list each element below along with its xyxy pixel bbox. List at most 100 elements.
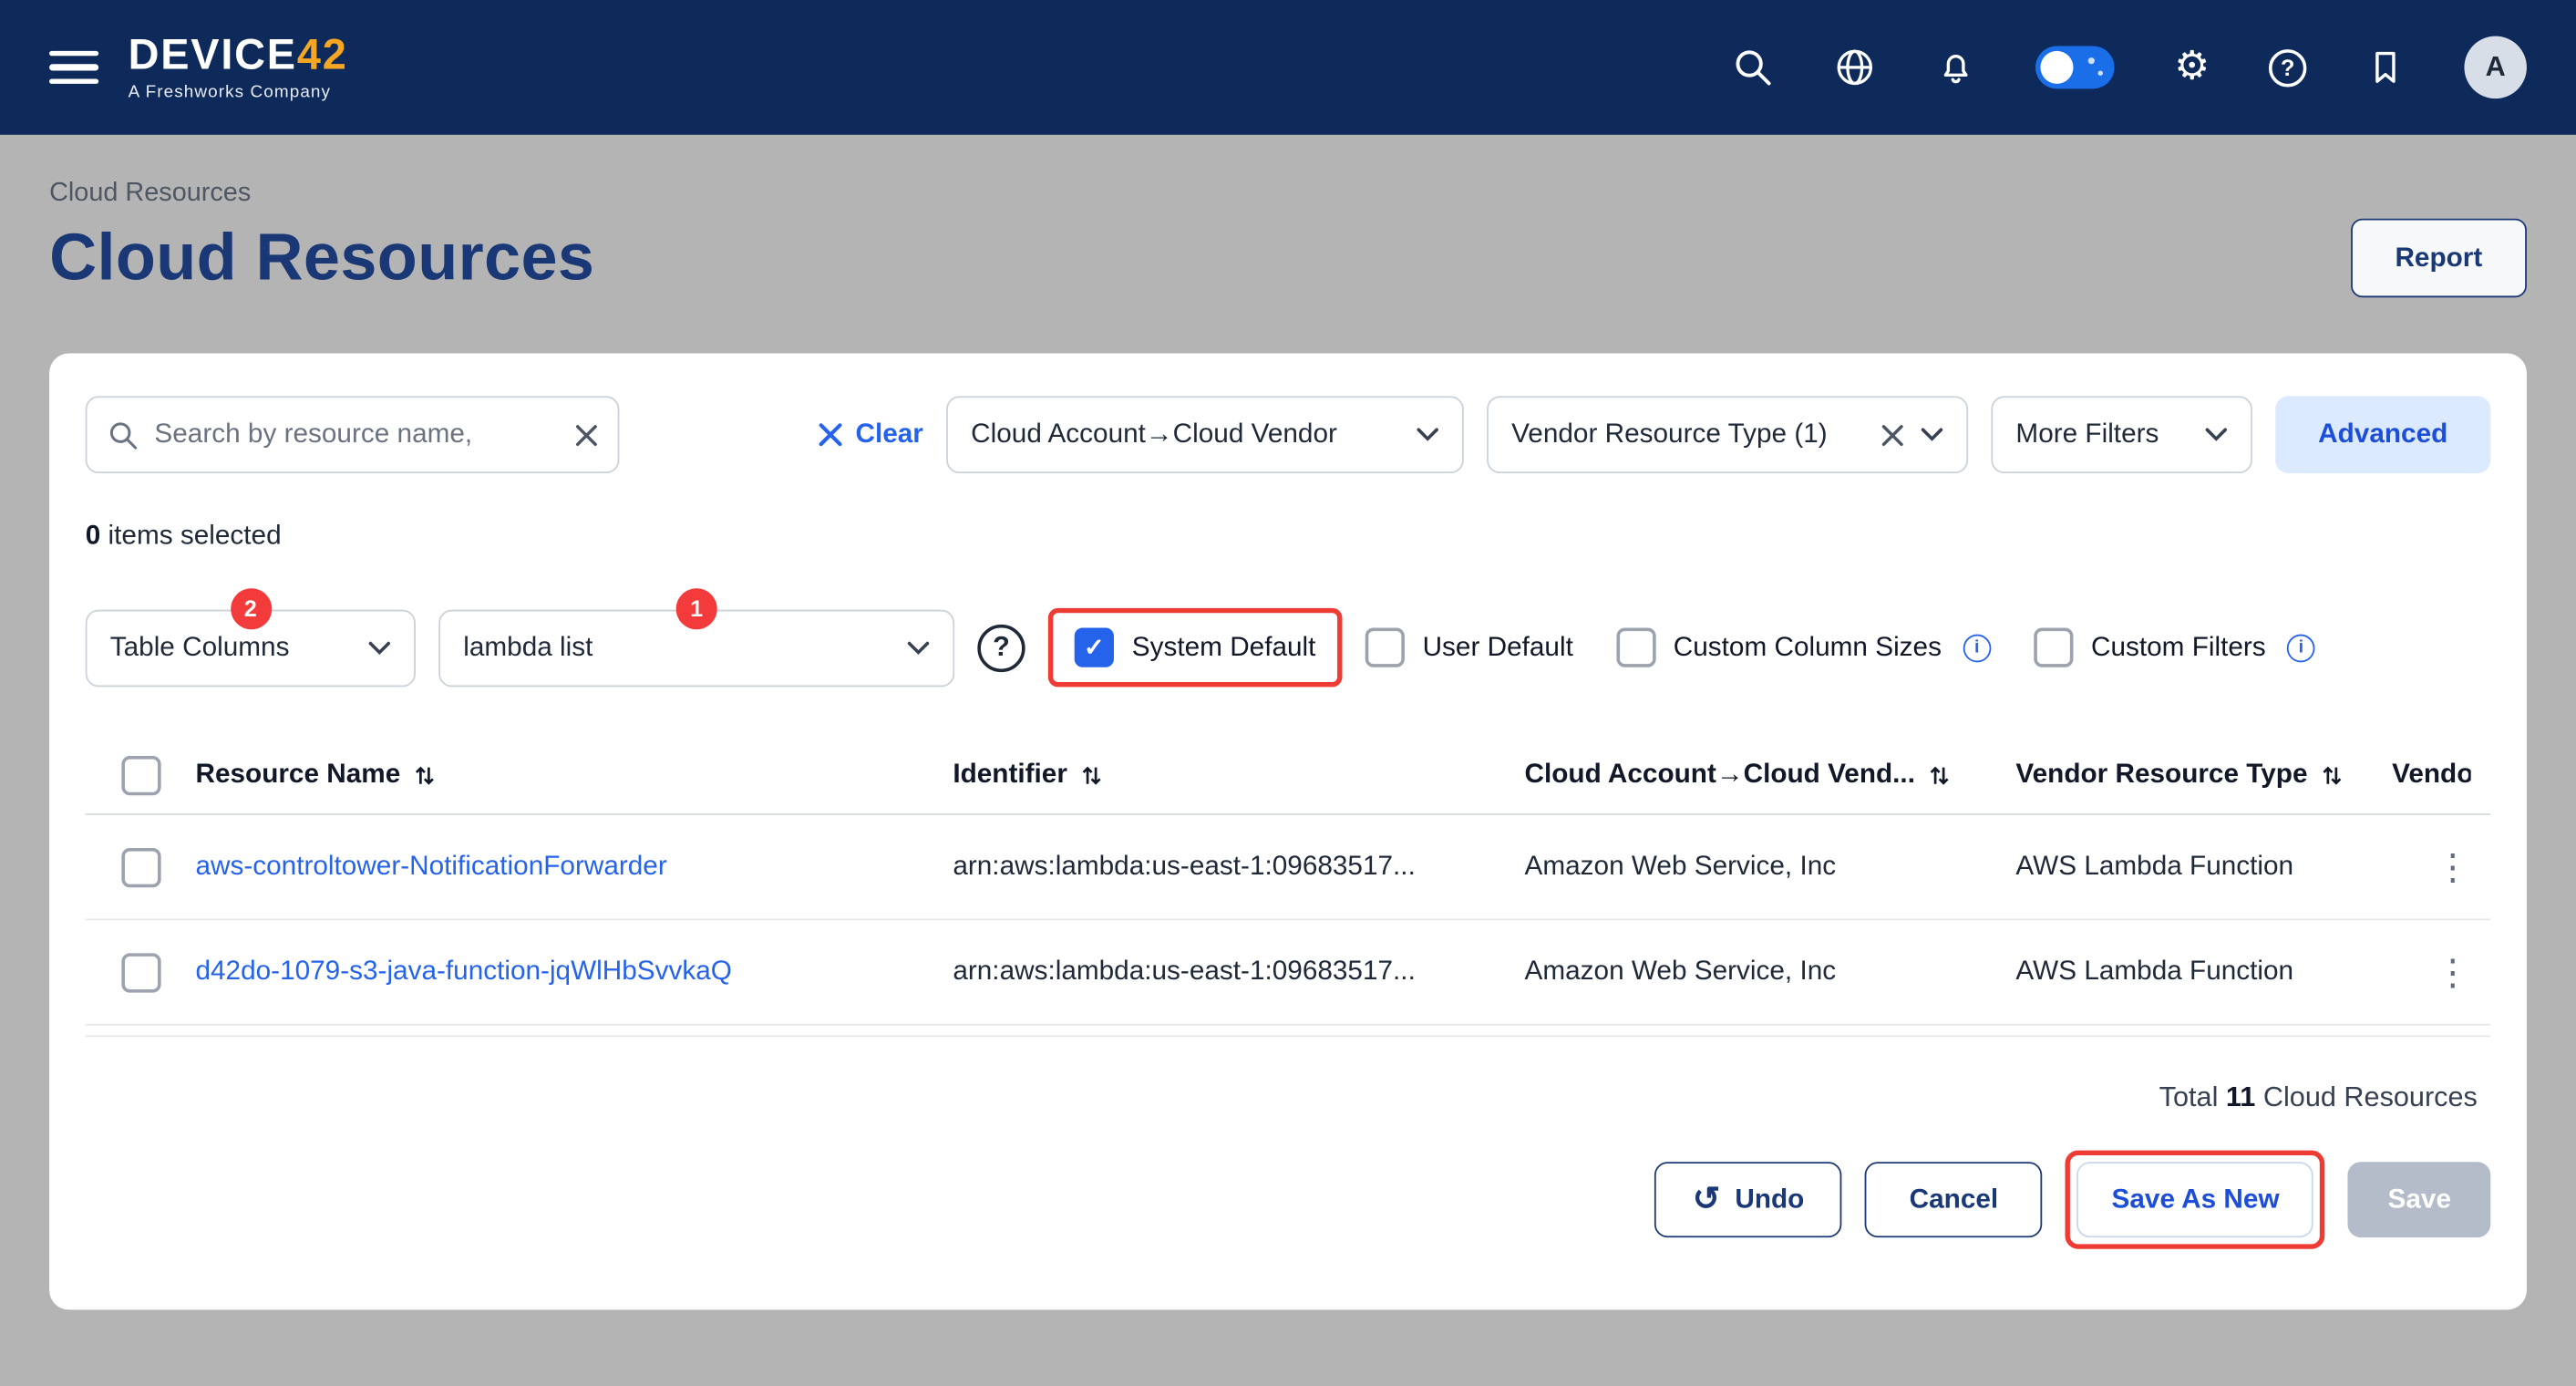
- search-clear-x-icon[interactable]: [575, 423, 598, 446]
- custom-column-sizes-label: Custom Column Sizes: [1674, 632, 1942, 663]
- row-actions-kebab-icon[interactable]: ⋮: [2435, 954, 2471, 990]
- vendor-type-cell: AWS Lambda Function: [2015, 957, 2392, 988]
- notifications-bell-icon[interactable]: [1936, 47, 1977, 88]
- selected-count-number: 0: [86, 521, 101, 550]
- col-cloud-account[interactable]: Cloud Account→Cloud Vend...: [1525, 760, 2016, 791]
- logo-text-main: DEVICE: [129, 29, 297, 78]
- select-all-checkbox[interactable]: [121, 755, 160, 794]
- sort-icon: [414, 763, 435, 786]
- vendor-resource-type-dropdown[interactable]: Vendor Resource Type (1): [1487, 396, 1968, 473]
- more-filters-label: More Filters: [2015, 419, 2159, 450]
- sort-icon: [1080, 763, 1101, 786]
- hamburger-menu-icon[interactable]: [49, 50, 98, 84]
- resource-name-link[interactable]: d42do-1079-s3-java-function-jqWlHbSvvkaQ: [195, 957, 953, 988]
- search-input-icon: [107, 419, 139, 451]
- info-icon[interactable]: i: [1963, 634, 1991, 662]
- theme-toggle[interactable]: [2036, 46, 2116, 88]
- total-prefix: Total: [2159, 1081, 2226, 1112]
- undo-icon: ↺: [1693, 1184, 1720, 1216]
- table-columns-label: Table Columns: [110, 632, 290, 663]
- cloud-account-cell: Amazon Web Service, Inc: [1525, 852, 2016, 883]
- logo-subtitle: A Freshworks Company: [129, 82, 348, 102]
- col-resource-name[interactable]: Resource Name: [195, 760, 953, 791]
- cloud-account-vendor-dropdown[interactable]: Cloud Account→Cloud Vendor: [946, 396, 1464, 473]
- chevron-down-icon: [1417, 428, 1439, 442]
- clear-label: Clear: [855, 419, 922, 450]
- save-button[interactable]: Save: [2348, 1162, 2490, 1237]
- col-cloud-account-label: Cloud Account→Cloud Vend...: [1525, 760, 1915, 791]
- custom-column-sizes-checkbox-item[interactable]: Custom Column Sizes i: [1616, 627, 1991, 667]
- row-checkbox[interactable]: [121, 847, 160, 886]
- user-default-checkbox-item[interactable]: User Default: [1365, 627, 1572, 667]
- cancel-button[interactable]: Cancel: [1865, 1162, 2043, 1237]
- breadcrumb[interactable]: Cloud Resources: [49, 179, 2527, 208]
- advanced-button[interactable]: Advanced: [2275, 396, 2490, 473]
- row-checkbox[interactable]: [121, 952, 160, 991]
- clipped-row-edge: [86, 1026, 2491, 1038]
- help-icon[interactable]: ?: [2269, 48, 2306, 86]
- device42-logo[interactable]: DEVICE42 A Freshworks Company: [129, 33, 348, 102]
- view-controls-row: 2 Table Columns 1 lambda list ? ✓: [86, 608, 2491, 688]
- custom-filters-checkbox[interactable]: [2034, 627, 2073, 667]
- more-filters-dropdown[interactable]: More Filters: [1991, 396, 2252, 473]
- vendor-type-cell: AWS Lambda Function: [2015, 852, 2392, 883]
- resource-name-link[interactable]: aws-controltower-NotificationForwarder: [195, 852, 953, 883]
- custom-column-sizes-checkbox[interactable]: [1616, 627, 1655, 667]
- info-icon[interactable]: i: [2287, 634, 2315, 662]
- cloud-account-cell: Amazon Web Service, Inc: [1525, 957, 2016, 988]
- identifier-cell: arn:aws:lambda:us-east-1:09683517...: [953, 852, 1524, 883]
- cloud-account-vendor-label: Cloud Account→Cloud Vendor: [971, 419, 1337, 450]
- saved-view-value: lambda list: [463, 632, 592, 663]
- table-row: aws-controltower-NotificationForwarder a…: [86, 815, 2491, 920]
- system-default-checkbox[interactable]: ✓: [1075, 627, 1114, 667]
- col-identifier[interactable]: Identifier: [953, 760, 1524, 791]
- save-as-new-button[interactable]: Save As New: [2077, 1162, 2314, 1237]
- theme-toggle-knob: [2041, 51, 2074, 84]
- custom-filters-label: Custom Filters: [2091, 632, 2266, 663]
- search-input[interactable]: [154, 419, 560, 450]
- clear-x-icon: [818, 422, 842, 447]
- col-resource-name-label: Resource Name: [195, 760, 400, 791]
- col-vendor-resource-type[interactable]: Vendor Resource Type: [2015, 760, 2392, 791]
- bookmark-icon[interactable]: [2365, 47, 2405, 87]
- col-vendor-clipped-label: Vendor: [2392, 760, 2471, 791]
- user-avatar[interactable]: A: [2464, 36, 2526, 98]
- chevron-down-icon: [2205, 428, 2228, 442]
- page: DEVICE42 A Freshworks Company ⚙: [0, 0, 2576, 1386]
- chevron-down-icon: [1921, 428, 1943, 442]
- actions-row: ↺ Undo Cancel Save As New Save: [86, 1151, 2491, 1249]
- user-default-checkbox[interactable]: [1365, 627, 1404, 667]
- search-icon[interactable]: [1732, 46, 1775, 88]
- annotation-badge-2: 2: [230, 587, 271, 628]
- clear-filters-link[interactable]: Clear: [818, 419, 923, 450]
- globe-icon[interactable]: [1834, 46, 1877, 88]
- undo-button[interactable]: ↺ Undo: [1654, 1162, 1841, 1237]
- system-default-label: System Default: [1132, 632, 1316, 663]
- filter-clear-x-icon[interactable]: [1881, 423, 1904, 446]
- toggle-dot: [2089, 57, 2096, 64]
- annotation-box-save-as-new: Save As New: [2066, 1151, 2325, 1249]
- resources-table: Resource Name Identifier Cloud Account→C…: [86, 736, 2491, 1037]
- custom-filters-checkbox-item[interactable]: Custom Filters i: [2034, 627, 2315, 667]
- col-vendor-clipped[interactable]: Vendor: [2392, 760, 2471, 791]
- cloud-resources-card: Clear Cloud Account→Cloud Vendor Vendor …: [49, 353, 2527, 1309]
- total-suffix: Cloud Resources: [2255, 1081, 2478, 1112]
- items-selected-count: 0 items selected: [86, 521, 2491, 552]
- row-actions-kebab-icon[interactable]: ⋮: [2435, 849, 2471, 885]
- table-row: d42do-1079-s3-java-function-jqWlHbSvvkaQ…: [86, 920, 2491, 1025]
- annotation-box-system-default: ✓ System Default: [1048, 608, 1342, 688]
- chevron-down-icon: [368, 640, 391, 655]
- report-button[interactable]: Report: [2351, 219, 2527, 298]
- total-count: 11: [2226, 1081, 2255, 1112]
- view-help-icon[interactable]: ?: [977, 624, 1025, 671]
- sort-icon: [2321, 763, 2342, 786]
- settings-gear-icon[interactable]: ⚙: [2174, 47, 2210, 87]
- total-count-line: Total 11 Cloud Resources: [86, 1081, 2491, 1114]
- chevron-down-icon: [907, 640, 930, 655]
- annotation-badge-1: 1: [676, 587, 717, 628]
- identifier-cell: arn:aws:lambda:us-east-1:09683517...: [953, 957, 1524, 988]
- filters-row: Clear Cloud Account→Cloud Vendor Vendor …: [86, 396, 2491, 473]
- table-header-row: Resource Name Identifier Cloud Account→C…: [86, 736, 2491, 815]
- toggle-dot: [2098, 70, 2103, 75]
- search-box[interactable]: [86, 396, 620, 473]
